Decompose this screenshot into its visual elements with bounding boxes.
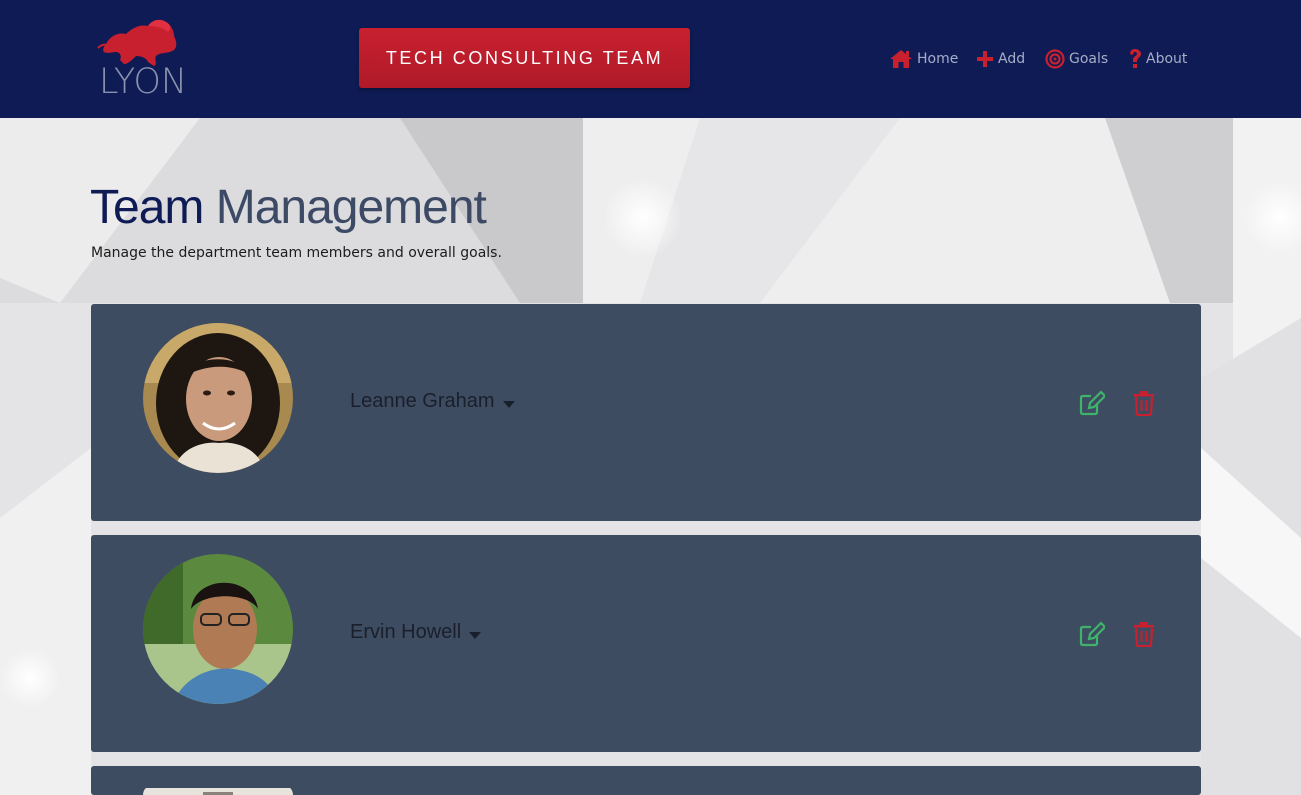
home-icon <box>890 50 912 68</box>
member-name-toggle[interactable]: Ervin Howell <box>350 621 482 644</box>
member-avatar <box>143 323 293 473</box>
target-icon <box>1045 49 1065 69</box>
caret-down-icon <box>502 401 515 408</box>
page-title-part2: Management <box>215 181 487 234</box>
edit-icon[interactable] <box>1079 390 1105 416</box>
member-name: Ervin Howell <box>350 621 462 643</box>
top-navbar: LYON TECH CONSULTING TEAM Home Add Goals… <box>0 0 1301 118</box>
member-card: Leanne Graham <box>91 304 1201 521</box>
nav-home-label: Home <box>917 51 959 67</box>
question-icon <box>1130 49 1141 68</box>
member-name: Leanne Graham <box>350 390 495 412</box>
nav-about[interactable]: About <box>1128 44 1187 74</box>
edit-icon[interactable] <box>1079 621 1105 647</box>
trash-icon[interactable] <box>1133 390 1155 416</box>
member-avatar <box>143 785 293 795</box>
caret-down-icon <box>469 632 482 639</box>
member-avatar <box>143 554 293 704</box>
logo-text: LYON <box>99 62 188 102</box>
plus-icon <box>977 51 993 67</box>
page-title: Team Management <box>90 180 487 235</box>
page-title-part1: Team <box>90 181 204 234</box>
member-card <box>91 766 1201 795</box>
nav-add[interactable]: Add <box>976 44 1025 74</box>
nav-home[interactable]: Home <box>889 44 958 74</box>
page-subtitle: Manage the department team members and o… <box>91 245 502 261</box>
nav-add-label: Add <box>998 51 1026 67</box>
nav-goals[interactable]: Goals <box>1045 44 1108 74</box>
nav-about-label: About <box>1146 51 1188 67</box>
trash-icon[interactable] <box>1133 621 1155 647</box>
member-card: Ervin Howell <box>91 535 1201 752</box>
member-name-toggle[interactable]: Leanne Graham <box>350 390 515 413</box>
nav-goals-label: Goals <box>1069 51 1109 67</box>
team-name-button[interactable]: TECH CONSULTING TEAM <box>359 28 690 88</box>
